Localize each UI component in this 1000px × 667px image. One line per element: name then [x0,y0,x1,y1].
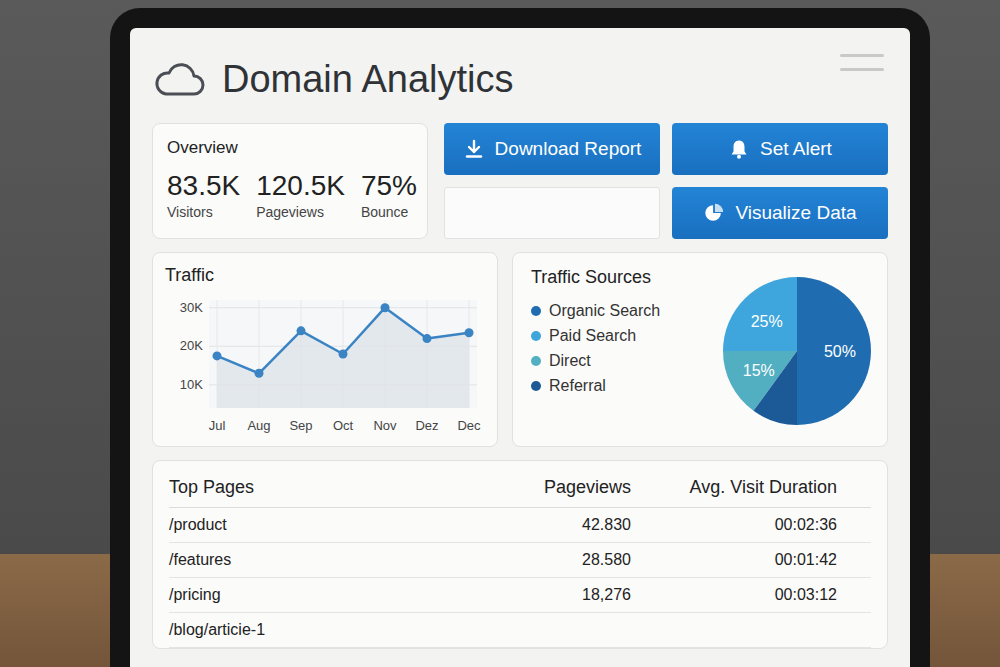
button-label: Set Alert [760,138,832,160]
legend-label: Referral [549,377,606,395]
top-row: Overview 83.5K Visitors 120.5K Pageviews 75% B… [152,123,888,239]
stat-value: 120.5K [256,170,345,202]
data-point[interactable] [423,334,432,343]
x-label: Dec [457,418,481,433]
page-cell: /pricing [169,586,481,604]
actions: Download Report Set Alert Visualize Data [444,123,888,239]
stat: 120.5K Pageviews [256,170,345,220]
pie-slice[interactable] [723,277,797,351]
data-point[interactable] [465,328,474,337]
duration-cell: 00:01:42 [631,551,871,569]
stat-value: 83.5K [167,170,240,202]
legend-label: Direct [549,352,591,370]
area-fill [217,308,469,408]
legend: Organic Search Paid Search Direct Referral [531,302,711,395]
stat-label: Bounce [361,204,417,220]
data-point[interactable] [297,326,306,335]
app-title: Domain Analytics [222,58,824,101]
pageviews-cell: 42.830 [481,516,631,534]
button-label: Visualize Data [735,202,856,224]
cloud-icon [152,60,206,98]
pie-label: 50% [824,343,856,360]
legend-label: Paid Search [549,327,636,345]
sources-legend-block: Traffic Sources Organic Search Paid Search… [531,267,711,395]
page-cell: /features [169,551,481,569]
x-label: Oct [333,418,354,433]
table-row[interactable]: /product42.83000:02:36 [169,508,871,543]
x-label: Aug [247,418,270,433]
pie-label: 25% [751,312,783,329]
stat: 83.5K Visitors [167,170,240,220]
text-field[interactable] [444,187,660,239]
overview-title: Overview [167,138,413,158]
stat-value: 75% [361,170,417,202]
overview-card: Overview 83.5K Visitors 120.5K Pageviews 75% B… [152,123,428,239]
y-tick: 20K [180,338,203,353]
button-label: Download Report [495,138,642,160]
x-label: Nov [373,418,397,433]
table-row[interactable]: /blog/articie-1 [169,613,871,648]
stat: 75% Bounce [361,170,417,220]
legend-item: Direct [531,352,711,370]
traffic-chart: 30K 20K 10K Jul Aug Sep Oct Nov Dez Dec [165,290,485,440]
set-alert-button[interactable]: Set Alert [672,123,888,175]
laptop-bezel: Domain Analytics Overview 83.5K Visitors 120… [110,8,930,667]
stat-label: Pageviews [256,204,345,220]
top-pages-table: Top PagesPageviewsAvg. Visit Duration/pr… [152,460,888,649]
legend-item: Paid Search [531,327,711,345]
pageviews-cell: 18,276 [481,586,631,604]
legend-dot [531,306,541,316]
column-header: Pageviews [481,477,631,498]
y-tick: 10K [180,377,203,392]
legend-dot [531,331,541,341]
pie-chart-icon [703,202,725,224]
data-point[interactable] [213,351,222,360]
traffic-card: Traffic 30K 20K 10K Jul Aug Sep Oct Nov Dez Dec [152,252,498,447]
data-point[interactable] [255,369,264,378]
legend-dot [531,381,541,391]
app-header: Domain Analytics [152,48,888,110]
legend-item: Organic Search [531,302,711,320]
photo-scene: Domain Analytics Overview 83.5K Visitors 120… [0,0,1000,667]
x-label: Dez [415,418,438,433]
traffic-sources-card: Traffic Sources Organic Search Paid Search… [512,252,888,447]
menu-icon[interactable] [840,52,884,74]
legend-item: Referral [531,377,711,395]
data-point[interactable] [381,303,390,312]
download-report-button[interactable]: Download Report [444,123,660,175]
page-cell: /product [169,516,481,534]
plot-area [209,300,477,408]
column-header: Avg. Visit Duration [631,477,871,498]
traffic-title: Traffic [165,265,485,286]
table-row[interactable]: /pricing18,27600:03:12 [169,578,871,613]
pie-label: 15% [743,362,775,379]
pageviews-cell: 28.580 [481,551,631,569]
x-label: Jul [209,418,226,433]
pie-chart: 50% 25% 15% [721,275,873,427]
overview-stats: 83.5KVisitors120.5KPageviews75%Bounce [167,170,413,220]
x-label: Sep [289,418,312,433]
duration-cell: 00:03:12 [631,586,871,604]
y-tick: 30K [180,300,203,315]
table-row[interactable]: /features28.58000:01:42 [169,543,871,578]
stat-label: Visitors [167,204,240,220]
page-cell: /blog/articie-1 [169,621,481,639]
dashboard-screen: Domain Analytics Overview 83.5K Visitors 120… [130,28,910,667]
sources-title: Traffic Sources [531,267,711,288]
bell-icon [728,138,750,160]
visualize-data-button[interactable]: Visualize Data [672,187,888,239]
download-icon [463,138,485,160]
pie-slice[interactable] [797,277,871,425]
legend-dot [531,356,541,366]
table-header: Top PagesPageviewsAvg. Visit Duration [169,467,871,508]
traffic-line [217,308,469,374]
data-point[interactable] [339,350,348,359]
column-header: Top Pages [169,477,481,498]
middle-row: Traffic30K20K10KJulAugSepOctNovDezDecTra… [152,252,888,447]
duration-cell: 00:02:36 [631,516,871,534]
legend-label: Organic Search [549,302,660,320]
